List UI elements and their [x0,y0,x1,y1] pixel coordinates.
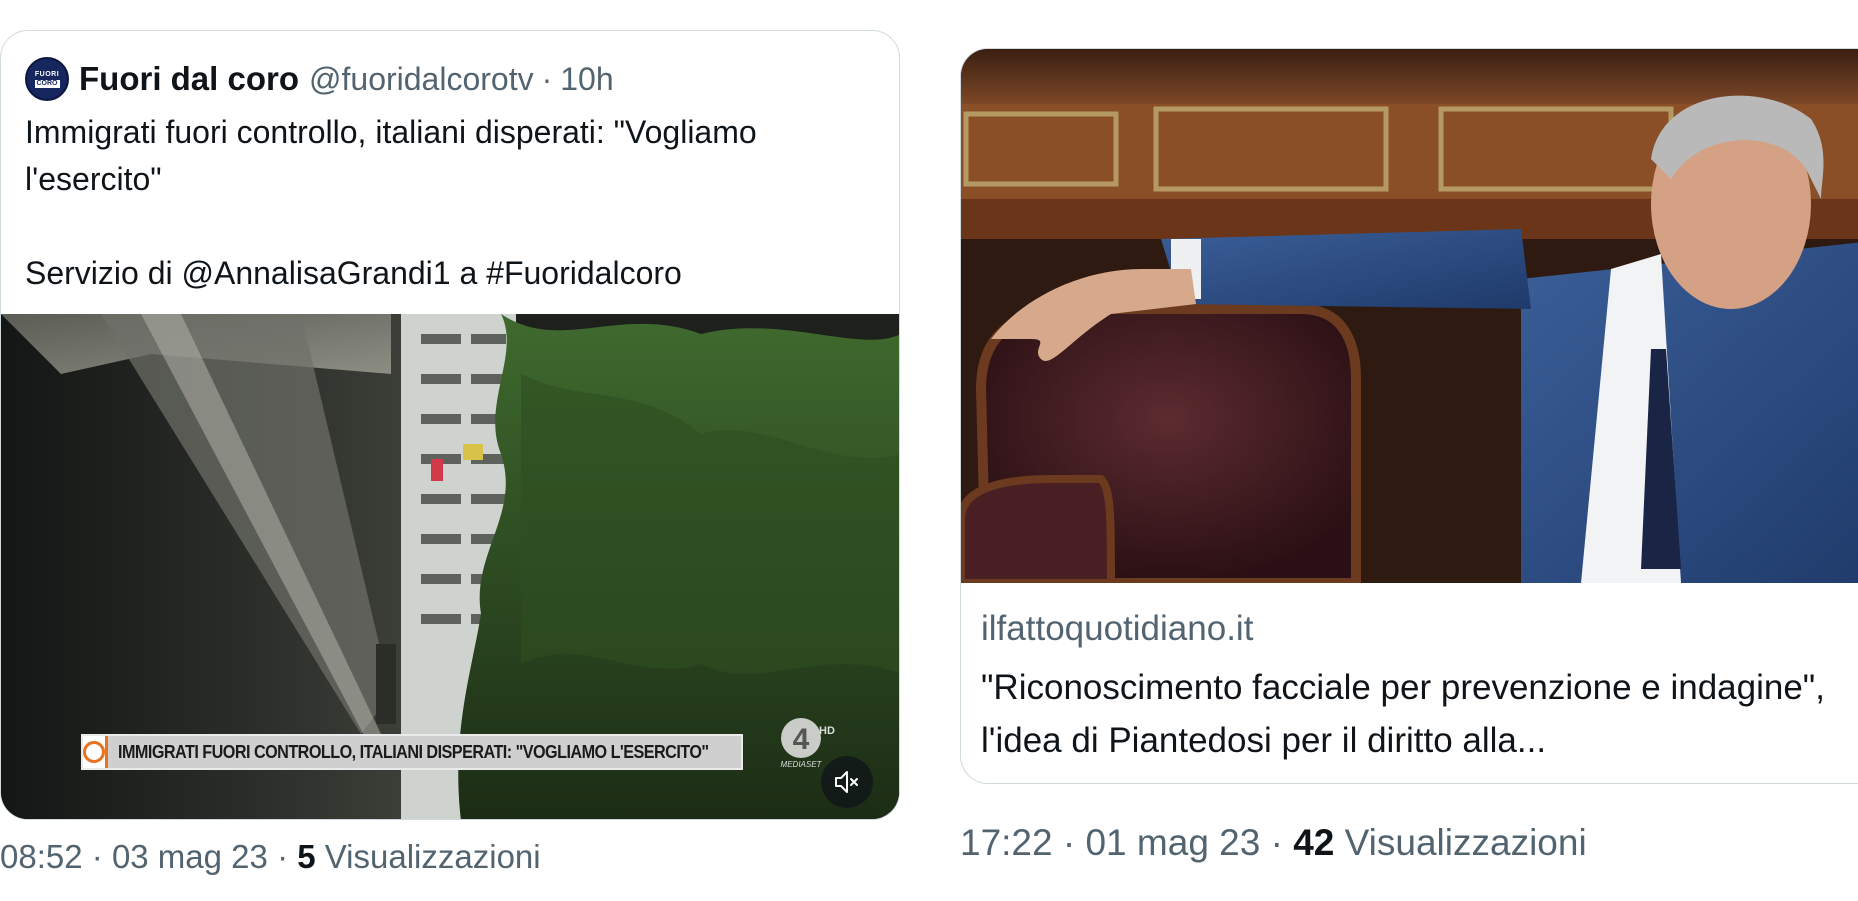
post-date[interactable]: 01 mag 23 [1085,822,1260,863]
separator: · [1062,822,1076,863]
views-count: 42 [1293,822,1335,863]
link-title[interactable]: "Riconoscimento facciale per prevenzione… [981,661,1858,767]
separator: · [1270,822,1283,863]
channel-hd: HD [819,725,835,737]
quoted-tweet-card[interactable]: FUORI CORO Fuori dal coro @fuoridalcorot… [0,30,900,820]
avatar[interactable]: FUORI CORO [25,57,69,101]
author-name[interactable]: Fuori dal coro [79,60,299,98]
video-chyron: IMMIGRATI FUORI CONTROLLO, ITALIANI DISP… [81,734,743,770]
left-post-meta: 08:52 · 03 mag 23 · 5 Visualizzazioni [0,838,541,876]
link-preview-image[interactable] [961,49,1858,583]
fuori-dal-coro-logo-icon [83,736,108,768]
views-label: Visualizzazioni [324,838,541,875]
separator: · [91,838,103,875]
avatar-text-bottom: CORO [34,79,60,88]
link-preview-card[interactable]: ilfattoquotidiano.it "Riconoscimento fac… [960,48,1858,784]
quoted-tweet-header: FUORI CORO Fuori dal coro @fuoridalcorot… [25,51,614,107]
link-domain[interactable]: ilfattoquotidiano.it [981,609,1253,649]
post-time[interactable]: 17:22 [960,822,1053,863]
channel-number: 4 [793,723,810,756]
author-handle[interactable]: @fuoridalcorotv [309,61,534,98]
tweet-text: Immigrati fuori controllo, italiani disp… [25,114,757,291]
views-count: 5 [297,838,316,875]
separator: · [277,838,289,875]
article-photo [961,49,1858,583]
avatar-text-top: FUORI [34,70,60,78]
separator: · [541,60,553,97]
chyron-text: IMMIGRATI FUORI CONTROLLO, ITALIANI DISP… [118,741,709,762]
video-player[interactable]: IMMIGRATI FUORI CONTROLLO, ITALIANI DISP… [1,314,899,819]
post-date[interactable]: 03 mag 23 [112,838,268,875]
mute-button[interactable] [821,756,873,808]
speaker-muted-icon [835,771,858,793]
post-time[interactable]: 08:52 [0,838,83,875]
views-label: Visualizzazioni [1344,822,1587,863]
time-ago[interactable]: 10h [560,61,613,98]
channel-name: MEDIASET [781,760,823,769]
right-post-meta: 17:22 · 01 mag 23 · 42 Visualizzazioni [960,822,1587,864]
